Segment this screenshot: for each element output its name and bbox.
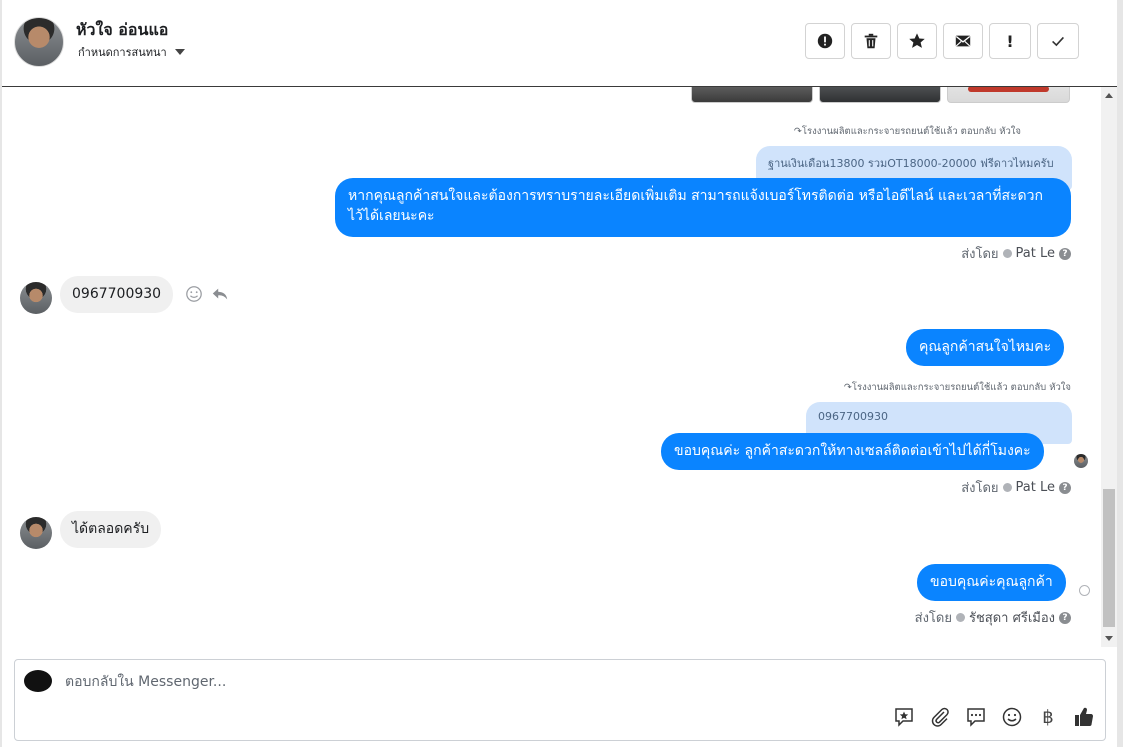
- important-label: !: [1006, 31, 1014, 51]
- sent-by-label: ส่งโดย: [961, 247, 999, 262]
- sent-by-info: ส่งโดย รัชสุดา ศรีเมือง ?: [915, 607, 1071, 628]
- smiley-icon[interactable]: [185, 285, 203, 303]
- composer-toolbar: ฿: [893, 706, 1095, 728]
- incoming-message-bubble[interactable]: 0967700930: [60, 276, 174, 313]
- assign-conversation-dropdown[interactable]: กำหนดการสนทนา: [78, 43, 185, 61]
- contact-avatar[interactable]: [14, 17, 64, 67]
- conversation-header: หัวใจ อ่อนแอ กำหนดการสนทนา !: [2, 0, 1117, 87]
- sent-by-name[interactable]: รัชสุดา ศรีเมือง: [969, 607, 1055, 628]
- image-attachment-thumbnail[interactable]: [819, 87, 941, 103]
- contact-name[interactable]: หัวใจ อ่อนแอ: [76, 18, 168, 43]
- outgoing-message-bubble[interactable]: ขอบคุณค่ะคุณลูกค้า: [917, 564, 1066, 601]
- verified-badge-icon: [955, 613, 965, 622]
- reply-meta-text: โรงงานผลิตและกระจายรถยนต์ใช้แล้ว ตอบกลับ…: [851, 382, 1071, 393]
- mark-done-button[interactable]: [1037, 23, 1079, 59]
- outgoing-message-bubble[interactable]: ขอบคุณค่ะ ลูกค้าสะดวกให้ทางเซลล์ติดต่อเข…: [661, 433, 1044, 470]
- exclamation-circle-icon: [817, 33, 833, 49]
- reply-meta-text: โรงงานผลิตและกระจายรถยนต์ใช้แล้ว ตอบกลับ…: [801, 126, 1021, 137]
- quoted-text: 0967700930: [818, 410, 888, 423]
- message-text: หากคุณลูกค้าสนใจและต้องการทราบรายละเอียด…: [348, 188, 1043, 224]
- sent-by-name[interactable]: Pat Le: [1016, 480, 1055, 495]
- mark-unread-button[interactable]: [943, 23, 983, 59]
- checkmark-icon: [1052, 36, 1064, 47]
- payment-icon[interactable]: ฿: [1037, 707, 1059, 728]
- paperclip-icon[interactable]: [929, 706, 951, 728]
- sent-by-info: ส่งโดย Pat Le ?: [961, 243, 1071, 264]
- star-button[interactable]: [897, 23, 937, 59]
- sent-by-label: ส่งโดย: [914, 611, 952, 626]
- message-actions: [185, 285, 229, 303]
- message-text: 0967700930: [72, 286, 162, 302]
- chevron-down-icon: [174, 49, 185, 55]
- window-right-border: [1117, 0, 1123, 747]
- message-text: ขอบคุณค่ะคุณลูกค้า: [930, 574, 1053, 590]
- sent-by-label: ส่งโดย: [961, 481, 999, 496]
- mark-spam-button[interactable]: [805, 23, 845, 59]
- saved-reply-icon[interactable]: [893, 706, 915, 728]
- reply-context: ↷โรงงานผลิตและกระจายรถยนต์ใช้แล้ว ตอบกลั…: [794, 124, 1021, 139]
- message-text: คุณลูกค้าสนใจไหมคะ: [919, 339, 1052, 355]
- verified-badge-icon: [1002, 249, 1012, 258]
- trash-icon: [864, 33, 878, 49]
- message-composer: ฿: [14, 659, 1106, 741]
- assign-label: กำหนดการสนทนา: [78, 46, 167, 59]
- help-icon[interactable]: ?: [1059, 247, 1071, 260]
- mark-important-button[interactable]: !: [989, 23, 1031, 59]
- help-icon[interactable]: ?: [1059, 481, 1071, 494]
- quoted-text: ฐานเงินเดือน13800 รวมOT18000-20000 ฟรีดา…: [768, 157, 1054, 170]
- scrollbar-thumb[interactable]: [1103, 489, 1115, 627]
- thumbs-up-icon[interactable]: [1073, 706, 1095, 728]
- verified-badge-icon: [1002, 483, 1012, 492]
- image-attachment-thumbnail[interactable]: [691, 87, 813, 103]
- outgoing-message-bubble[interactable]: หากคุณลูกค้าสนใจและต้องการทราบรายละเอียด…: [335, 178, 1071, 237]
- contact-avatar-small[interactable]: [20, 282, 52, 314]
- outgoing-message-bubble[interactable]: คุณลูกค้าสนใจไหมคะ: [906, 329, 1065, 366]
- contact-avatar-small[interactable]: [20, 517, 52, 549]
- sent-by-info: ส่งโดย Pat Le ?: [961, 477, 1071, 498]
- conversation-toolbar: !: [805, 23, 1079, 59]
- emoji-icon[interactable]: [1001, 706, 1023, 728]
- star-icon: [909, 33, 925, 48]
- message-thread[interactable]: ↷โรงงานผลิตและกระจายรถยนต์ใช้แล้ว ตอบกลั…: [2, 87, 1101, 647]
- message-text: ขอบคุณค่ะ ลูกค้าสะดวกให้ทางเซลล์ติดต่อเข…: [674, 443, 1031, 459]
- scroll-down-arrow-icon[interactable]: [1105, 636, 1113, 641]
- delete-button[interactable]: [851, 23, 891, 59]
- thread-scrollbar[interactable]: [1101, 87, 1117, 647]
- chat-bubble-icon[interactable]: [965, 706, 987, 728]
- envelope-icon: [955, 35, 971, 47]
- reply-icon[interactable]: [211, 285, 229, 303]
- reply-context: ↷โรงงานผลิตและกระจายรถยนต์ใช้แล้ว ตอบกลั…: [844, 380, 1071, 395]
- seen-by-avatar: [1074, 454, 1088, 468]
- incoming-message-bubble[interactable]: ได้ตลอดครับ: [60, 511, 162, 548]
- delivered-check-icon: [1079, 585, 1090, 596]
- help-icon[interactable]: ?: [1059, 611, 1071, 624]
- page-avatar: [24, 670, 52, 692]
- sent-by-name[interactable]: Pat Le: [1016, 246, 1055, 261]
- reply-arrow-icon: ↷: [793, 126, 802, 137]
- image-attachment-thumbnail[interactable]: [947, 87, 1070, 103]
- scroll-up-arrow-icon[interactable]: [1105, 93, 1113, 98]
- reply-input[interactable]: [63, 673, 1047, 691]
- reply-arrow-icon: ↷: [843, 382, 852, 393]
- message-text: ได้ตลอดครับ: [72, 521, 150, 537]
